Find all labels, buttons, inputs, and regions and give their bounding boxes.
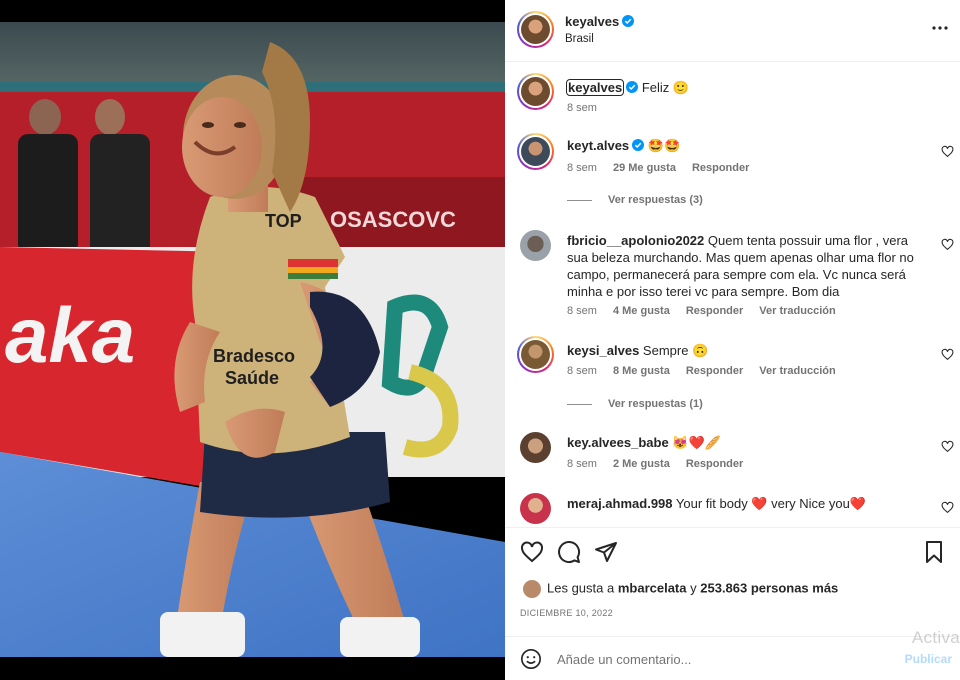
view-replies-label[interactable]: Ver respuestas (1) bbox=[608, 398, 703, 410]
translate-button[interactable]: Ver traducción bbox=[759, 365, 835, 377]
comment-meta: 8 sem 8 Me gusta Responder Ver traducción bbox=[567, 365, 852, 377]
post-photo[interactable]: aka OSASCOVC TOP Bradesco Saúde bbox=[0, 22, 505, 657]
verified-badge-icon bbox=[632, 139, 645, 151]
comment-item: meraj.ahmad.998 Your fit body ❤️ very Ni… bbox=[505, 493, 960, 526]
comment-input[interactable] bbox=[557, 648, 887, 670]
likes-connector: y bbox=[690, 580, 697, 596]
comment-item: key.alvees_babe 😻❤️🥖 8 sem 2 Me gusta Resp… bbox=[505, 432, 960, 482]
comment-text: 😻❤️🥖 bbox=[672, 435, 721, 450]
author-avatar[interactable] bbox=[517, 11, 554, 48]
like-comment-heart-icon[interactable] bbox=[941, 348, 954, 361]
comment-text-row: meraj.ahmad.998 Your fit body ❤️ very Ni… bbox=[567, 495, 927, 512]
comment-bubble-icon[interactable] bbox=[557, 540, 581, 564]
svg-text:OSASCOVC: OSASCOVC bbox=[330, 207, 456, 232]
comment-meta: 8 sem 29 Me gusta Responder bbox=[567, 162, 765, 174]
post-header: keyalves Brasil bbox=[505, 0, 960, 62]
likes-prefix: Les gusta a bbox=[547, 580, 615, 596]
verified-badge-icon bbox=[622, 15, 635, 27]
author-username[interactable]: keyalves bbox=[565, 14, 619, 29]
emoji-picker-icon[interactable] bbox=[520, 648, 542, 670]
comment-time[interactable]: 8 sem bbox=[567, 305, 597, 317]
comment-avatar[interactable] bbox=[520, 493, 551, 524]
like-comment-heart-icon[interactable] bbox=[941, 501, 954, 514]
comment-likes[interactable]: 2 Me gusta bbox=[613, 458, 670, 470]
comment-text-row: keysi_alves Sempre 🙃 bbox=[567, 342, 927, 359]
verified-badge-icon bbox=[626, 81, 639, 93]
comment-text-row: keyt.alves 🤩🤩 bbox=[567, 137, 927, 154]
post-location[interactable]: Brasil bbox=[565, 33, 594, 45]
view-replies-label[interactable]: Ver respuestas (3) bbox=[608, 194, 703, 206]
comment-meta: 8 sem 2 Me gusta Responder bbox=[567, 458, 759, 470]
svg-text:TOP: TOP bbox=[265, 211, 302, 231]
reply-button[interactable]: Responder bbox=[686, 305, 743, 317]
replies-divider-line bbox=[567, 199, 592, 201]
comment-item: keysi_alves Sempre 🙃 8 sem 8 Me gusta Resp… bbox=[505, 336, 960, 416]
svg-text:Bradesco: Bradesco bbox=[213, 346, 295, 366]
comment-time[interactable]: 8 sem bbox=[567, 458, 597, 470]
comment-avatar[interactable] bbox=[517, 133, 554, 170]
comment-text: Sempre 🙃 bbox=[642, 343, 709, 358]
reply-button[interactable]: Responder bbox=[686, 458, 743, 470]
comment-avatar[interactable] bbox=[517, 336, 554, 373]
likes-summary[interactable]: Les gusta a mbarcelata y 253.863 persona… bbox=[523, 580, 838, 598]
caption-meta: 8 sem bbox=[567, 102, 613, 114]
translate-button[interactable]: Ver traducción bbox=[759, 305, 835, 317]
svg-text:Saúde: Saúde bbox=[225, 368, 279, 388]
likes-others-count[interactable]: 253.863 personas más bbox=[700, 580, 838, 595]
comment-likes[interactable]: 8 Me gusta bbox=[613, 365, 670, 377]
caption-avatar[interactable] bbox=[517, 73, 554, 110]
post-side-panel: keyalves Brasil keyalves Feliz 🙂 8 sem k… bbox=[505, 0, 960, 680]
share-send-icon[interactable] bbox=[594, 540, 618, 564]
comment-time[interactable]: 8 sem bbox=[567, 162, 597, 174]
comment-item: fbricio__apolonio2022 Quem tenta possuir… bbox=[505, 230, 960, 325]
comment-likes[interactable]: 4 Me gusta bbox=[613, 305, 670, 317]
reply-button[interactable]: Responder bbox=[692, 162, 749, 174]
post-actions: Les gusta a mbarcelata y 253.863 persona… bbox=[505, 527, 960, 627]
caption-text: Feliz 🙂 bbox=[641, 80, 690, 95]
first-liker-username[interactable]: mbarcelata bbox=[618, 580, 687, 595]
comment-avatar[interactable] bbox=[520, 230, 551, 261]
comment-likes[interactable]: 29 Me gusta bbox=[613, 162, 676, 174]
comment-time[interactable]: 8 sem bbox=[567, 365, 597, 377]
like-comment-heart-icon[interactable] bbox=[941, 145, 954, 158]
comment-text: Your fit body ❤️ very Nice you❤️ bbox=[675, 496, 867, 511]
comment-username[interactable]: key.alvees_babe bbox=[567, 435, 669, 450]
caption: keyalves Feliz 🙂 8 sem bbox=[505, 73, 960, 133]
save-bookmark-icon[interactable] bbox=[922, 540, 946, 564]
liker-avatar[interactable] bbox=[523, 580, 541, 598]
svg-text:aka: aka bbox=[5, 291, 135, 379]
post-date[interactable]: DICIEMBRE 10, 2022 bbox=[520, 608, 613, 618]
comment-username[interactable]: keysi_alves bbox=[567, 343, 639, 358]
like-comment-heart-icon[interactable] bbox=[941, 238, 954, 251]
comment-username[interactable]: meraj.ahmad.998 bbox=[567, 496, 673, 511]
comment-username[interactable]: keyt.alves bbox=[567, 138, 629, 153]
comment-text-row: key.alvees_babe 😻❤️🥖 bbox=[567, 434, 927, 451]
comments-list[interactable]: keyalves Feliz 🙂 8 sem keyt.alves 🤩🤩 8 s… bbox=[505, 63, 960, 526]
comment-meta: 8 sem 4 Me gusta Responder Ver traducción bbox=[567, 305, 852, 317]
comment-item: keyt.alves 🤩🤩 8 sem 29 Me gusta Responder … bbox=[505, 133, 960, 208]
caption-username[interactable]: keyalves bbox=[565, 79, 625, 96]
view-replies-button[interactable]: Ver respuestas (1) bbox=[567, 398, 703, 410]
comment-text: 🤩🤩 bbox=[647, 138, 681, 153]
replies-divider-line bbox=[567, 403, 592, 405]
add-comment-bar: Publicar bbox=[505, 636, 960, 680]
caption-text-row: keyalves Feliz 🙂 bbox=[565, 79, 927, 96]
like-heart-icon[interactable] bbox=[520, 540, 544, 564]
volleyball-player-photo: aka OSASCOVC TOP Bradesco Saúde bbox=[0, 22, 505, 657]
author-username-row[interactable]: keyalves bbox=[565, 14, 635, 29]
comment-avatar[interactable] bbox=[520, 432, 551, 463]
post-media-pane: aka OSASCOVC TOP Bradesco Saúde bbox=[0, 0, 505, 680]
more-options-icon[interactable] bbox=[930, 20, 950, 36]
caption-time[interactable]: 8 sem bbox=[567, 102, 597, 114]
publish-button[interactable]: Publicar bbox=[905, 652, 952, 666]
reply-button[interactable]: Responder bbox=[686, 365, 743, 377]
comment-text-row: fbricio__apolonio2022 Quem tenta possuir… bbox=[567, 232, 927, 300]
like-comment-heart-icon[interactable] bbox=[941, 440, 954, 453]
comment-username[interactable]: fbricio__apolonio2022 bbox=[567, 233, 704, 248]
view-replies-button[interactable]: Ver respuestas (3) bbox=[567, 194, 703, 206]
